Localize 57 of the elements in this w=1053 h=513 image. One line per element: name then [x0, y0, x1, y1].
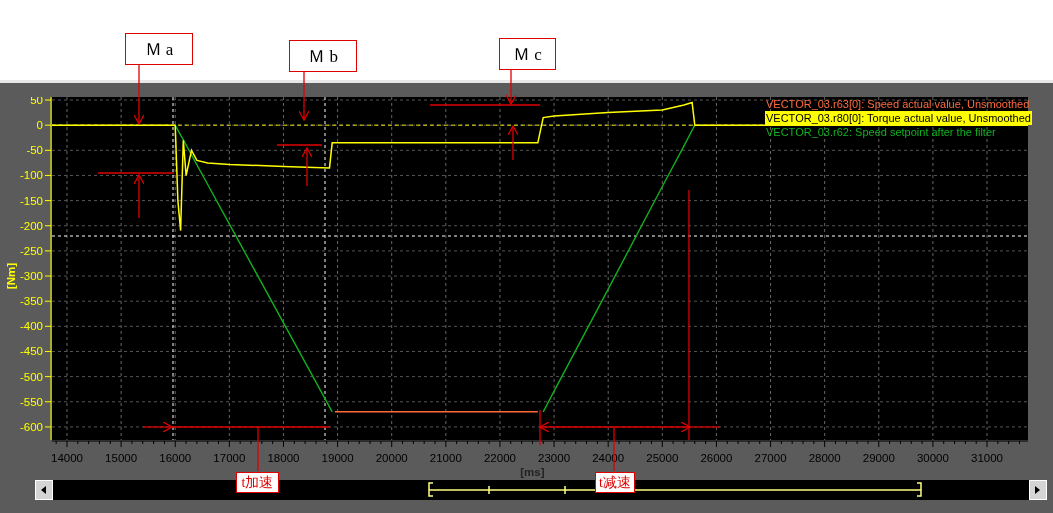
- axis-tick-label: 19000: [321, 452, 354, 464]
- axis-title: [ms]: [520, 466, 545, 478]
- callout-label: Ｍ c: [499, 38, 556, 70]
- axis-tick-label: -150: [19, 194, 43, 207]
- axis-tick-label: -400: [19, 320, 43, 333]
- callout-label: t减速: [595, 472, 635, 493]
- axis-tick-label: -450: [19, 345, 43, 358]
- leader-line: [276, 144, 323, 146]
- axis-tick-label: 31000: [971, 452, 1003, 464]
- axis-tick-label: 20000: [375, 452, 408, 464]
- legend-entry[interactable]: VECTOR_03.r62: Speed setpoint after the filter: [765, 125, 1032, 139]
- axis-tick-label: 25000: [646, 452, 679, 464]
- legend-entry[interactable]: VECTOR_03.r63[0]: Speed actual value, Unsmoothed: [765, 97, 1032, 111]
- axis-tick-label: 22000: [483, 452, 516, 464]
- cursor-line[interactable]: [172, 97, 174, 441]
- axis-tick-label: 28000: [808, 452, 841, 464]
- axis-tick-label: -350: [19, 295, 43, 308]
- annotation-arrow: [298, 70, 310, 121]
- axis-tick-label: 27000: [754, 452, 787, 464]
- axis-tick-label: 18000: [267, 452, 300, 464]
- axis-tick-label: 21000: [429, 452, 462, 464]
- axis-title: [Nm]: [5, 262, 17, 290]
- axis-tick-label: 29000: [862, 452, 895, 464]
- annotation-arrow: [507, 125, 519, 161]
- annotation-arrow: [301, 147, 313, 187]
- annotation-arrow: [505, 68, 517, 105]
- axis-tick-label: -600: [19, 420, 43, 433]
- left-arrow-icon: [41, 486, 47, 494]
- axis-tick-label: 15000: [105, 452, 138, 464]
- annotation-arrow: [133, 62, 145, 125]
- axis-tick-label: -250: [19, 244, 43, 257]
- axis-tick-label: -200: [19, 219, 43, 232]
- axis-tick-label: 16000: [159, 452, 192, 464]
- right-arrow-icon: [1035, 486, 1041, 494]
- axis-tick-label: -300: [19, 270, 43, 283]
- scroll-right-button[interactable]: [1029, 480, 1047, 500]
- legend-entry[interactable]: VECTOR_03.r80[0]: Torque actual value, Unsmoothed: [765, 111, 1032, 125]
- axis-tick-label: 0: [36, 119, 43, 132]
- axis-tick-label: 30000: [916, 452, 949, 464]
- axis-tick-label: -500: [19, 370, 43, 383]
- callout-label: t加速: [236, 472, 279, 493]
- cursor-line[interactable]: [51, 235, 1029, 237]
- axis-tick-label: 17000: [213, 452, 246, 464]
- leader-line: [539, 409, 541, 446]
- callout-label: Ｍ a: [125, 33, 193, 65]
- axis-tick-label: 26000: [700, 452, 733, 464]
- axis-tick-label: -50: [26, 144, 43, 157]
- axis-tick-label: 14000: [51, 452, 83, 464]
- axis-tick-label: 23000: [538, 452, 571, 464]
- annotation-arrow: [133, 174, 145, 219]
- axis-tick-label: -550: [19, 395, 43, 408]
- annotation-arrow: [142, 421, 173, 433]
- leader-line: [613, 426, 615, 472]
- axis-tick-label: -100: [19, 169, 43, 182]
- callout-label: Ｍ b: [289, 40, 357, 72]
- cursor-line[interactable]: [324, 97, 326, 441]
- scroll-left-button[interactable]: [35, 480, 53, 500]
